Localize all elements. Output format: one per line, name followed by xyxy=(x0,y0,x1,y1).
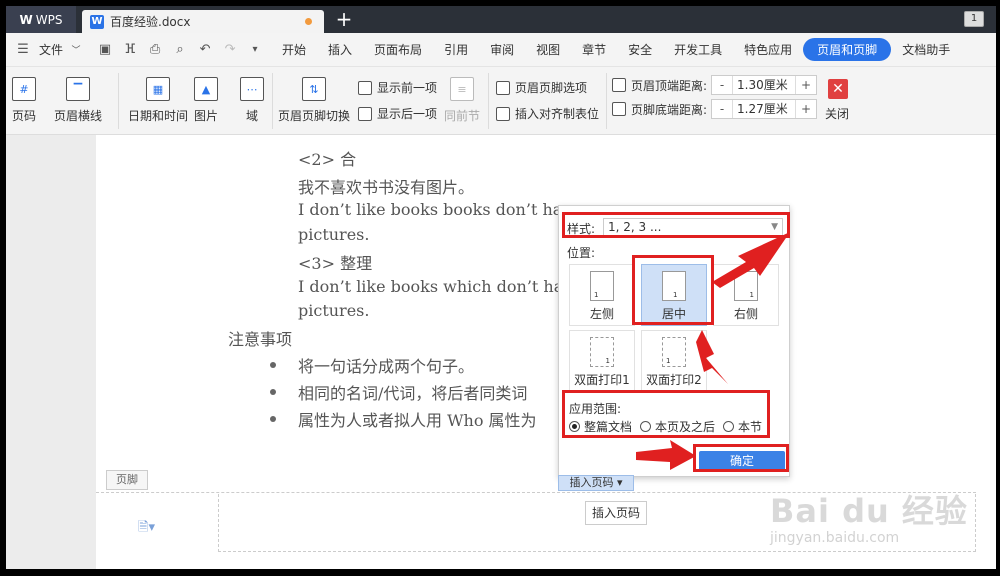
arrow-to-scope-icon xyxy=(696,330,728,384)
arrow-to-ok-icon xyxy=(636,440,696,470)
baidu-jingyan-watermark: Bai du 经验 jingyan.baidu.com xyxy=(770,492,968,546)
arrow-to-center-icon xyxy=(712,232,790,288)
